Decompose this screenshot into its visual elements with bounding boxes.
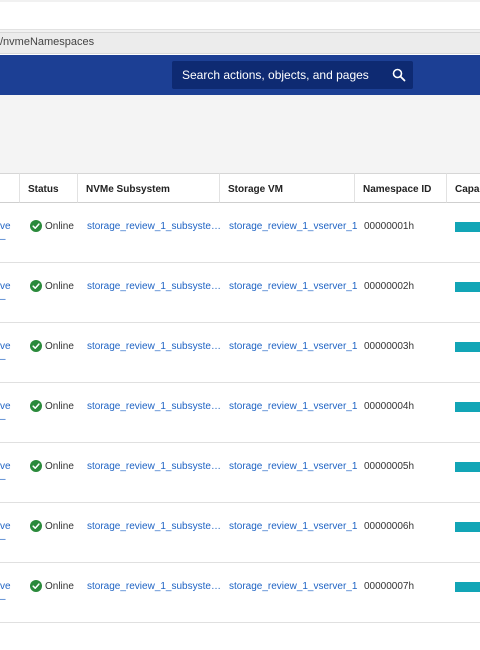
namespace-name-link[interactable]: ve [0, 341, 11, 352]
table-row[interactable]: ve – Online storage_review_1_subsyste… s… [0, 203, 480, 263]
namespace-id: 00000005h [364, 461, 415, 472]
namespace-name-continuation: – [0, 294, 6, 305]
check-circle-icon [30, 460, 42, 472]
namespace-name-continuation: – [0, 474, 6, 485]
check-circle-icon [30, 280, 42, 292]
address-bar[interactable]: /nvmeNamespaces [0, 33, 480, 54]
storage-vm-link[interactable]: storage_review_1_vserver_1 [229, 401, 357, 412]
table-bottom-edge [0, 634, 480, 650]
status-label: Online [45, 521, 74, 532]
namespace-id: 00000002h [364, 281, 415, 292]
namespace-name-continuation: – [0, 594, 6, 605]
namespace-name-link[interactable]: ve [0, 221, 11, 232]
capacity-bar [455, 462, 480, 472]
column-header-status[interactable]: Status [20, 173, 78, 203]
status-label: Online [45, 221, 74, 232]
namespace-name-continuation: – [0, 234, 6, 245]
global-search-input[interactable]: Search actions, objects, and pages [172, 61, 413, 89]
column-header-storage-vm[interactable]: Storage VM [220, 173, 355, 203]
table-row[interactable]: ve – Online storage_review_1_subsyste… s… [0, 503, 480, 563]
capacity-bar [455, 582, 480, 592]
table-row[interactable]: ve – Online storage_review_1_subsyste… s… [0, 263, 480, 323]
search-icon[interactable] [392, 68, 406, 82]
subsystem-link[interactable]: storage_review_1_subsyste… [87, 341, 221, 352]
table-row[interactable]: ve – Online storage_review_1_subsyste… s… [0, 323, 480, 383]
storage-vm-link[interactable]: storage_review_1_vserver_1 [229, 461, 357, 472]
storage-vm-link[interactable]: storage_review_1_vserver_1 [229, 581, 357, 592]
column-header-subsystem[interactable]: NVMe Subsystem [78, 173, 220, 203]
namespace-id: 00000006h [364, 521, 415, 532]
storage-vm-link[interactable]: storage_review_1_vserver_1 [229, 521, 357, 532]
capacity-bar [455, 522, 480, 532]
status-label: Online [45, 341, 74, 352]
subsystem-link[interactable]: storage_review_1_subsyste… [87, 281, 221, 292]
capacity-bar [455, 282, 480, 292]
page-toolbar-area [0, 95, 480, 173]
namespace-name-link[interactable]: ve [0, 521, 11, 532]
column-header-name[interactable] [0, 173, 20, 203]
browser-tab-strip [0, 0, 480, 33]
subsystem-link[interactable]: storage_review_1_subsyste… [87, 401, 221, 412]
namespace-id: 00000007h [364, 581, 415, 592]
capacity-bar [455, 402, 480, 412]
app-header: Search actions, objects, and pages [0, 55, 480, 95]
namespace-name-link[interactable]: ve [0, 401, 11, 412]
subsystem-link[interactable]: storage_review_1_subsyste… [87, 461, 221, 472]
namespace-id: 00000004h [364, 401, 415, 412]
namespace-name-continuation: – [0, 354, 6, 365]
namespace-id: 00000001h [364, 221, 415, 232]
status-label: Online [45, 281, 74, 292]
subsystem-link[interactable]: storage_review_1_subsyste… [87, 221, 221, 232]
namespace-name-continuation: – [0, 414, 6, 425]
storage-vm-link[interactable]: storage_review_1_vserver_1 [229, 341, 357, 352]
check-circle-icon [30, 220, 42, 232]
status-label: Online [45, 401, 74, 412]
namespace-name-link[interactable]: ve [0, 461, 11, 472]
check-circle-icon [30, 340, 42, 352]
table-row[interactable]: ve – Online storage_review_1_subsyste… s… [0, 383, 480, 443]
search-placeholder: Search actions, objects, and pages [182, 68, 369, 82]
check-circle-icon [30, 580, 42, 592]
status-label: Online [45, 461, 74, 472]
subsystem-link[interactable]: storage_review_1_subsyste… [87, 521, 221, 532]
browser-toolbar [0, 2, 480, 30]
capacity-bar [455, 342, 480, 352]
storage-vm-link[interactable]: storage_review_1_vserver_1 [229, 281, 357, 292]
table-row[interactable]: ve – Online storage_review_1_subsyste… s… [0, 443, 480, 503]
capacity-bar [455, 222, 480, 232]
namespace-id: 00000003h [364, 341, 415, 352]
namespace-name-continuation: – [0, 534, 6, 545]
storage-vm-link[interactable]: storage_review_1_vserver_1 [229, 221, 357, 232]
namespace-name-link[interactable]: ve [0, 281, 11, 292]
check-circle-icon [30, 520, 42, 532]
namespace-name-link[interactable]: ve [0, 581, 11, 592]
check-circle-icon [30, 400, 42, 412]
address-bar-url[interactable]: /nvmeNamespaces [0, 36, 94, 48]
subsystem-link[interactable]: storage_review_1_subsyste… [87, 581, 221, 592]
table-row[interactable]: ve – Online storage_review_1_subsyste… s… [0, 563, 480, 623]
status-label: Online [45, 581, 74, 592]
column-header-namespace-id[interactable]: Namespace ID [355, 173, 447, 203]
column-header-capacity[interactable]: Capac [447, 173, 480, 203]
